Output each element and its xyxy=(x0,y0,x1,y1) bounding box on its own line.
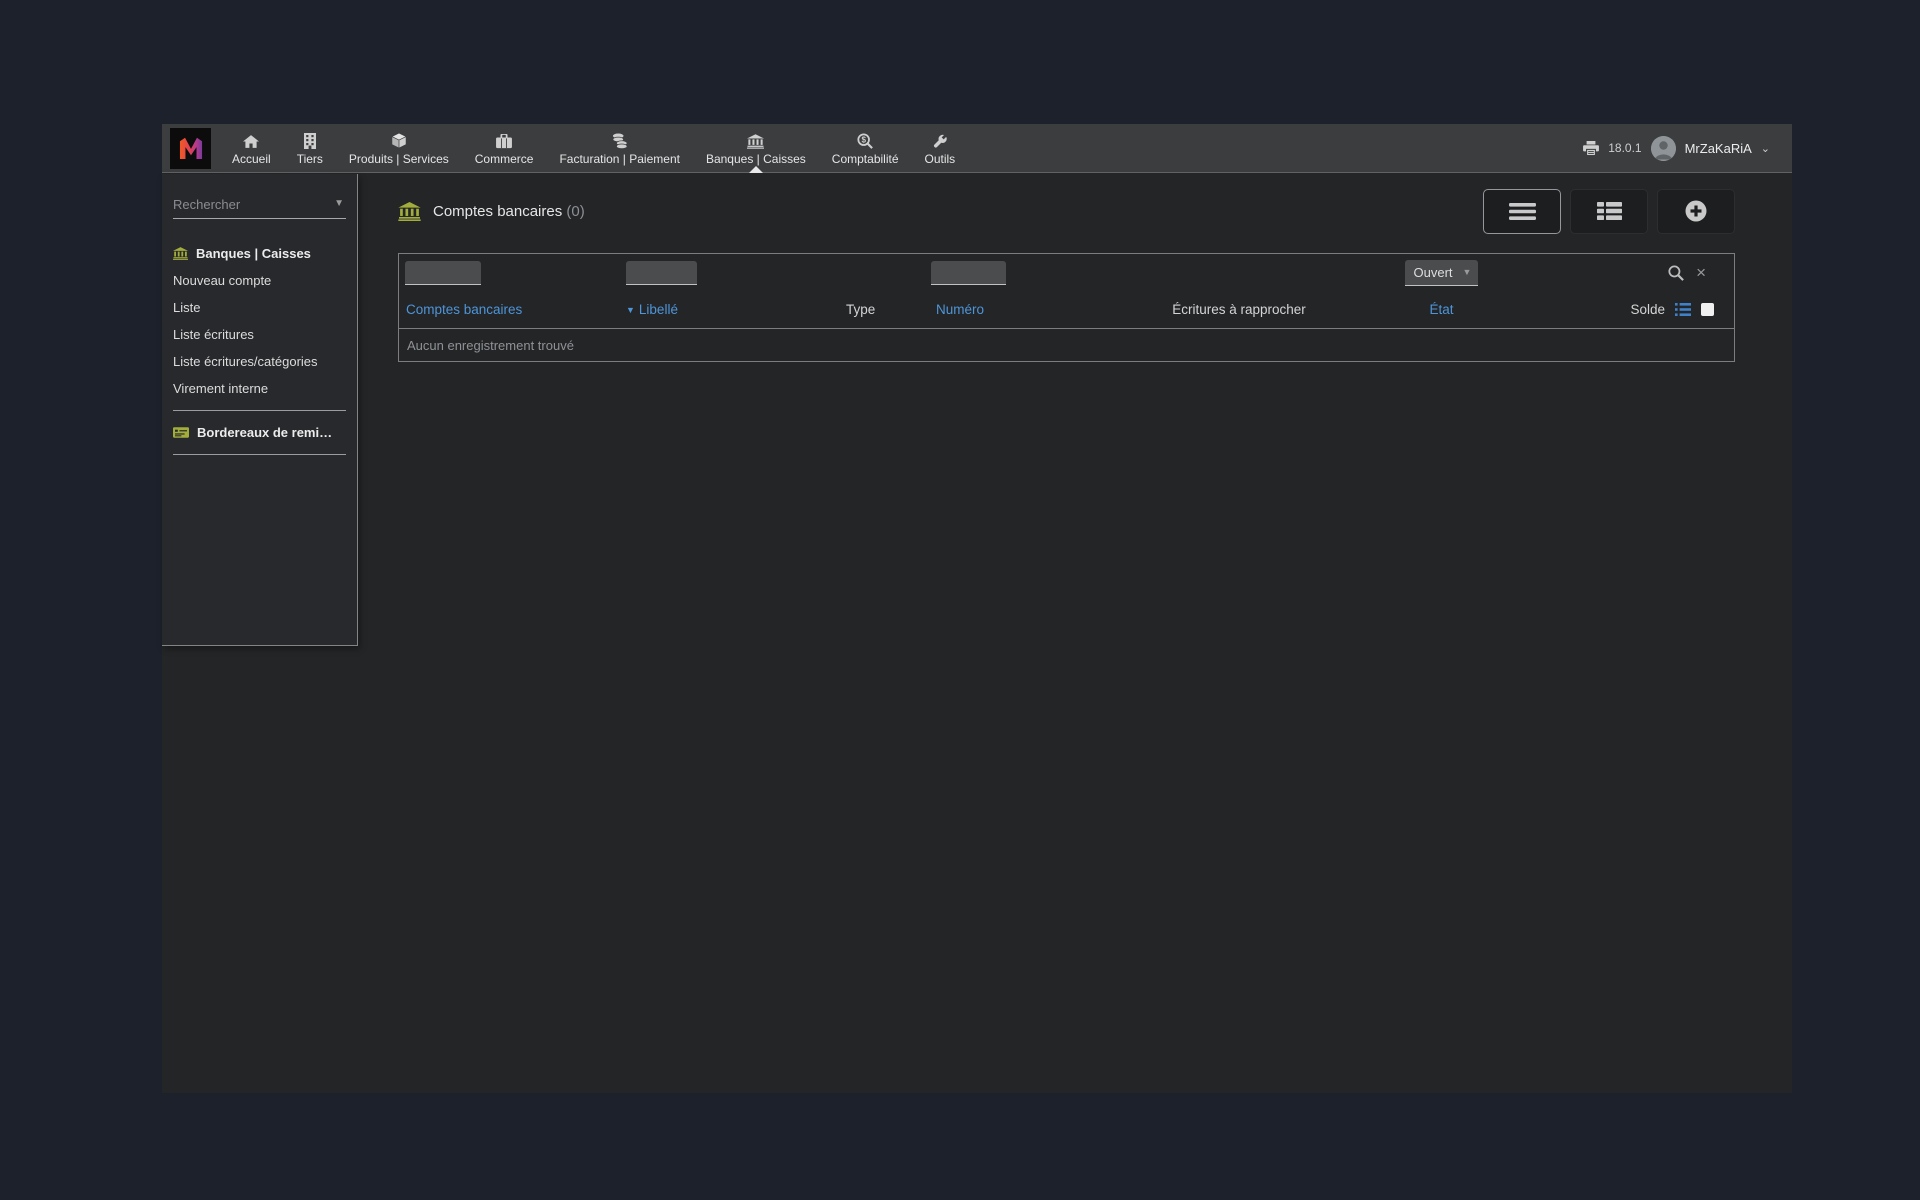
sidebar-section-title: Banques | Caisses xyxy=(196,246,311,261)
cube-icon xyxy=(391,132,407,149)
sidebar-section-bordereaux[interactable]: Bordereaux de remi… xyxy=(173,425,346,440)
column-header-ecritures-a-rapprocher: Écritures à rapprocher xyxy=(1172,302,1306,317)
sidebar-separator xyxy=(173,454,346,455)
avatar[interactable] xyxy=(1651,136,1676,161)
plus-circle-icon xyxy=(1685,200,1707,222)
select-all-checkbox[interactable] xyxy=(1701,303,1714,316)
nav-item-accueil[interactable]: Accueil xyxy=(219,124,284,173)
sidebar-item-liste-ecritures[interactable]: Liste écritures xyxy=(173,327,346,342)
clear-filters-icon[interactable]: × xyxy=(1696,264,1706,281)
nav-item-label: Commerce xyxy=(475,152,534,166)
column-header-etat[interactable]: État xyxy=(1429,302,1453,317)
sidebar-separator xyxy=(173,410,346,411)
app-window: Accueil Tiers Produits | Services Commer… xyxy=(162,124,1792,1093)
sidebar-section-title: Bordereaux de remi… xyxy=(197,425,332,440)
filter-row: Ouvert ▼ × xyxy=(399,254,1734,291)
print-icon[interactable] xyxy=(1583,141,1599,156)
filter-number-input[interactable] xyxy=(931,261,1006,285)
page-title-group: Comptes bancaires (0) xyxy=(398,202,585,221)
wrench-icon xyxy=(932,132,947,149)
empty-result-text: Aucun enregistrement trouvé xyxy=(407,338,574,353)
nav-item-comptabilite[interactable]: $ Comptabilité xyxy=(819,124,912,173)
search-input[interactable] xyxy=(173,197,346,212)
home-icon xyxy=(243,132,259,149)
filter-account-input[interactable] xyxy=(405,261,481,285)
sidebar-section-banques-caisses[interactable]: Banques | Caisses xyxy=(173,246,346,261)
page-title: Comptes bancaires (0) xyxy=(433,203,585,220)
view-toolbar xyxy=(1483,189,1735,234)
svg-text:$: $ xyxy=(862,135,867,144)
bank-icon xyxy=(747,132,764,149)
select-columns-icon[interactable] xyxy=(1675,303,1691,316)
status-select[interactable]: Ouvert ▼ xyxy=(1405,260,1479,286)
version-label: 18.0.1 xyxy=(1608,141,1641,155)
nav-item-banques-caisses[interactable]: Banques | Caisses xyxy=(693,124,819,173)
sidebar-item-liste[interactable]: Liste xyxy=(173,300,346,315)
active-menu-caret xyxy=(749,166,763,173)
column-header-comptes-bancaires[interactable]: Comptes bancaires xyxy=(406,302,522,317)
nav-item-label: Facturation | Paiement xyxy=(559,152,680,166)
filter-label-input[interactable] xyxy=(626,261,697,285)
column-header-numero[interactable]: Numéro xyxy=(936,302,984,317)
sidebar-item-nouveau-compte[interactable]: Nouveau compte xyxy=(173,273,346,288)
bank-accounts-table: Ouvert ▼ × Comptes bancaires ▼ Libellé Ty… xyxy=(398,253,1735,362)
add-account-button[interactable] xyxy=(1657,189,1735,234)
nav-item-label: Banques | Caisses xyxy=(706,152,806,166)
column-header-libelle[interactable]: Libellé xyxy=(639,302,678,317)
navbar-right-group: 18.0.1 MrZaKaRiA ⌄ xyxy=(1583,136,1792,161)
nav-item-outils[interactable]: Outils xyxy=(912,124,969,173)
username-label[interactable]: MrZaKaRiA xyxy=(1685,141,1752,156)
column-header-solde: Solde xyxy=(1630,302,1665,317)
status-select-value: Ouvert xyxy=(1414,265,1453,280)
empty-result-row: Aucun enregistrement trouvé xyxy=(399,328,1734,361)
money-check-icon xyxy=(173,426,189,439)
sidebar-search[interactable]: ▼ xyxy=(173,196,346,219)
nav-item-label: Comptabilité xyxy=(832,152,899,166)
list-view-button[interactable] xyxy=(1483,189,1561,234)
logo-m-icon xyxy=(174,131,208,165)
briefcase-icon xyxy=(496,132,512,149)
nav-item-label: Produits | Services xyxy=(349,152,449,166)
record-count: (0) xyxy=(566,203,584,220)
nav-item-commerce[interactable]: Commerce xyxy=(462,124,547,173)
sort-desc-icon[interactable]: ▼ xyxy=(626,305,635,315)
select-caret-icon: ▼ xyxy=(1463,267,1472,277)
hamburger-icon xyxy=(1509,203,1536,220)
sidebar-item-liste-ecritures-categories[interactable]: Liste écritures/catégories xyxy=(173,354,346,369)
table-header-row: Comptes bancaires ▼ Libellé Type Numéro É… xyxy=(399,291,1734,328)
nav-item-facturation-paiement[interactable]: Facturation | Paiement xyxy=(546,124,693,173)
column-header-type: Type xyxy=(846,302,875,317)
bank-icon xyxy=(173,247,188,260)
nav-item-label: Outils xyxy=(925,152,956,166)
search-dollar-icon: $ xyxy=(857,132,873,149)
bank-icon xyxy=(398,202,421,221)
top-navbar: Accueil Tiers Produits | Services Commer… xyxy=(162,124,1792,173)
nav-item-tiers[interactable]: Tiers xyxy=(284,124,336,173)
nav-item-produits-services[interactable]: Produits | Services xyxy=(336,124,462,173)
left-sidebar: ▼ Banques | Caisses Nouveau compte Liste… xyxy=(162,174,358,646)
nav-item-label: Tiers xyxy=(297,152,323,166)
sidebar-item-virement-interne[interactable]: Virement interne xyxy=(173,381,346,396)
search-icon[interactable] xyxy=(1668,265,1684,281)
building-icon xyxy=(304,132,316,149)
nav-item-label: Accueil xyxy=(232,152,271,166)
chevron-down-icon[interactable]: ⌄ xyxy=(1761,142,1770,155)
detail-view-button[interactable] xyxy=(1570,189,1648,234)
content-header: Comptes bancaires (0) xyxy=(398,188,1735,234)
th-list-icon xyxy=(1597,202,1622,220)
app-logo[interactable] xyxy=(170,128,211,169)
search-dropdown-caret-icon[interactable]: ▼ xyxy=(334,198,344,209)
coins-icon xyxy=(612,132,628,149)
